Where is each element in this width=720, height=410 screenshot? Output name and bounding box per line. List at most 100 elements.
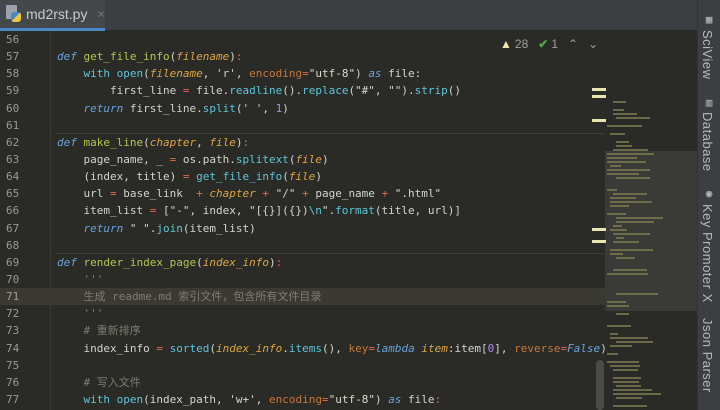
code-text: def make_line(chapter, file):	[57, 134, 249, 151]
minimap-line	[610, 333, 619, 335]
code-text: def get_file_info(filename):	[57, 48, 242, 65]
code-token: # 重新排序	[57, 324, 141, 338]
minimap-viewport[interactable]	[605, 151, 697, 311]
inspection-widget[interactable]: ▲ 28 ✔ 1 ⌃ ⌄	[500, 37, 598, 51]
line-number: 75	[6, 358, 20, 372]
minimap-line	[610, 253, 623, 255]
minimap-line	[616, 341, 653, 343]
minimap-line	[616, 145, 632, 147]
line-number: 74	[6, 341, 20, 355]
code-token: )	[268, 255, 276, 269]
code-token: open	[116, 67, 144, 81]
line-number: 56	[6, 33, 20, 46]
code-line[interactable]: 61	[0, 117, 605, 134]
minimap-line	[613, 389, 653, 391]
code-line[interactable]: 63 page_name, _ = os.path.splitext(file)	[0, 151, 605, 168]
vertical-scrollbar[interactable]	[596, 360, 604, 410]
minimap-line	[616, 117, 651, 119]
key-promoter-icon: ◉	[705, 187, 713, 200]
code-line[interactable]: 71 生成 readme.md 索引文件，包含所有文件目录	[0, 288, 605, 306]
next-highlight-icon[interactable]: ⌄	[588, 37, 598, 51]
code-token: items	[288, 341, 322, 355]
code-line[interactable]: 66 item_list = ["-", index, "[{}]({})\n"…	[0, 202, 605, 219]
code-line[interactable]: 67 return " ".join(item_list)	[0, 220, 605, 237]
code-token: '''	[57, 272, 104, 286]
code-token: "utf-8"	[308, 67, 356, 81]
code-token: return	[83, 101, 124, 115]
code-line[interactable]: 76 # 写入文件	[0, 374, 605, 391]
close-tab-icon[interactable]: ×	[97, 7, 104, 21]
code-token: chapter	[209, 187, 256, 201]
code-line[interactable]: 74 index_info = sorted(index_info.items(…	[0, 340, 607, 357]
code-token: first_line.	[123, 101, 203, 115]
minimap-line	[613, 269, 648, 271]
code-text: (index, title) = get_file_info(file)	[57, 168, 321, 185]
code-token: def	[57, 135, 77, 149]
code-line[interactable]: 62 def make_line(chapter, file):	[0, 134, 605, 151]
code-text: 生成 readme.md 索引文件，包含所有文件目录	[57, 288, 321, 305]
code-token: file	[401, 392, 435, 406]
code-token: False	[567, 341, 601, 355]
code-token: :	[235, 50, 243, 64]
code-token: (	[143, 67, 150, 81]
code-token: base_link	[116, 187, 197, 201]
code-line[interactable]: 73 # 重新排序	[0, 322, 605, 339]
code-token: +	[302, 187, 309, 201]
code-line[interactable]: 60 return first_line.split(' ', 1)	[0, 100, 605, 117]
key-promoter-tool-button[interactable]: Key Promoter X	[700, 204, 715, 303]
code-token: ],	[494, 341, 515, 355]
code-line[interactable]: 69 def render_index_page(index_info):	[0, 254, 605, 271]
minimap-line	[616, 221, 654, 223]
typos-indicator[interactable]: ✔ 1	[538, 37, 558, 51]
database-tool-button[interactable]: Database	[700, 112, 715, 172]
warnings-indicator[interactable]: ▲ 28	[500, 37, 528, 51]
code-text: page_name, _ = os.path.splitext(file)	[57, 151, 328, 168]
tab-md2rst-py[interactable]: md2rst.py ×	[0, 0, 105, 31]
code-text: return " ".join(item_list)	[57, 220, 256, 237]
code-token: "utf-8"	[328, 392, 375, 406]
line-number: 70	[6, 272, 20, 286]
code-token: (	[196, 255, 203, 269]
minimap-line	[610, 345, 633, 347]
code-token: replace	[302, 84, 349, 98]
code-token: with	[83, 392, 111, 406]
line-number: 63	[6, 152, 20, 166]
code-text: return first_line.split(' ', 1)	[57, 100, 289, 117]
code-token: lambda	[374, 341, 415, 355]
json-parser-tool-button[interactable]: Json Parser	[700, 318, 715, 393]
minimap-line	[616, 217, 663, 219]
code-line[interactable]: 75	[0, 357, 605, 374]
code-line[interactable]: 72 '''	[0, 305, 605, 322]
code-token: :item[	[447, 341, 488, 355]
code-token: encoding	[249, 67, 303, 81]
minimap-line	[616, 237, 625, 239]
line-number: 64	[6, 170, 20, 184]
previous-highlight-icon[interactable]: ⌃	[568, 37, 578, 51]
code-line[interactable]: 68	[0, 237, 605, 254]
minimap-line	[607, 305, 630, 307]
tab-label: md2rst.py	[26, 6, 88, 22]
minimap-line	[613, 193, 647, 195]
change-marker	[592, 240, 606, 243]
code-token: )	[282, 101, 289, 115]
code-line[interactable]: 59 first_line = file.readline().replace(…	[0, 82, 605, 99]
code-line[interactable]: 77 with open(index_path, 'w+', encoding=…	[0, 391, 605, 408]
editor-tab-bar: md2rst.py ×	[0, 0, 697, 31]
code-token: =	[321, 392, 329, 406]
code-line[interactable]: 65 url = base_link + chapter + "/" + pag…	[0, 185, 605, 202]
code-token: filename	[176, 50, 230, 64]
code-line[interactable]: 64 (index, title) = get_file_info(file)	[0, 168, 605, 185]
code-line[interactable]: 70 '''	[0, 271, 605, 288]
code-line[interactable]: 58 with open(filename, 'r', encoding="ut…	[0, 65, 605, 82]
code-editor[interactable]: 56 57 def get_file_info(filename): 58 with …	[0, 31, 607, 410]
code-token: \n	[308, 204, 322, 218]
code-token: (	[209, 341, 216, 355]
line-number: 68	[6, 238, 20, 252]
minimap-line	[610, 205, 629, 207]
code-token: file.	[189, 84, 230, 98]
code-minimap[interactable]	[605, 31, 697, 410]
sciview-tool-button[interactable]: SciView	[700, 30, 715, 80]
